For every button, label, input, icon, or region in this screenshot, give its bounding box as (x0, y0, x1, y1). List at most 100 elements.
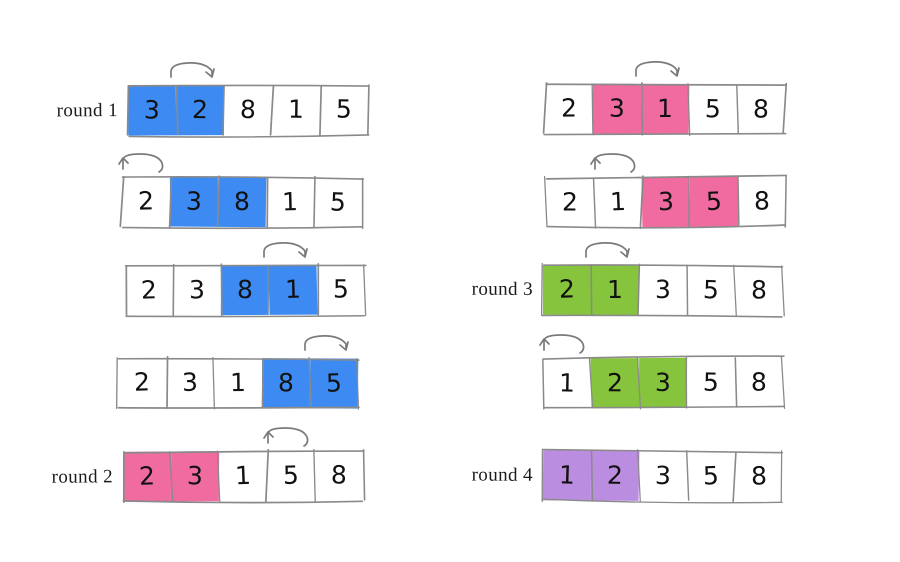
array-cell-highlighted: 5 (309, 358, 359, 409)
round-label: round 3 (471, 278, 534, 300)
array-cells: 23158 (122, 450, 363, 502)
cell-value: 8 (330, 459, 348, 490)
array-cell: 1 (543, 358, 591, 408)
swap-arrow-right-icon (635, 61, 680, 77)
cell-value: 1 (281, 186, 299, 217)
array-row: 23815 (124, 263, 367, 318)
array-cells: 23158 (545, 83, 785, 135)
cell-value: 8 (239, 94, 257, 124)
array-cell-highlighted: 3 (169, 176, 219, 227)
array-cell-highlighted: 2 (122, 451, 172, 502)
array-cell: 1 (214, 358, 262, 408)
cell-value: 2 (606, 367, 624, 397)
array-cell: 8 (737, 84, 785, 134)
cell-value: 1 (287, 94, 305, 124)
cell-value: 5 (329, 186, 347, 217)
cell-value: 3 (186, 460, 204, 491)
cell-value: 8 (750, 366, 768, 397)
array-cells: 23815 (122, 176, 362, 228)
array-cells: 23185 (118, 357, 359, 409)
cell-value: 2 (133, 366, 151, 397)
cell-value: 8 (233, 186, 251, 216)
array-cell-highlighted: 8 (261, 358, 311, 409)
array-row: 23185 (115, 355, 360, 410)
cell-value: 3 (188, 274, 206, 304)
array-cell: 1 (594, 177, 642, 227)
swap-arrow-right-icon (585, 242, 630, 258)
cell-value: 1 (229, 367, 247, 397)
array-cell-highlighted: 3 (170, 451, 220, 502)
array-cell-highlighted: 2 (590, 450, 640, 501)
array-cell-highlighted: 1 (640, 83, 690, 135)
cell-value: 5 (335, 94, 353, 124)
array-row: 12358 (542, 355, 786, 410)
diagram-canvas: round 1 3 2 8 1 5 2 3 8 1 5 2 3 8 1 5 2 3 1 8 5 round 2231582… (0, 0, 900, 562)
array-cell-highlighted: 1 (542, 450, 592, 501)
cell-value: 5 (705, 185, 723, 216)
array-cell: 8 (735, 265, 783, 315)
cell-value: 1 (609, 186, 627, 217)
swap-arrow-left-icon (539, 334, 585, 354)
array-cells: 12358 (543, 357, 783, 409)
cell-value: 5 (702, 367, 720, 397)
cell-value: 3 (185, 185, 203, 216)
cell-value: 8 (753, 185, 771, 216)
cell-value: 1 (558, 367, 576, 398)
array-cell-highlighted: 8 (220, 264, 270, 316)
array-cell: 8 (738, 176, 786, 226)
array-cell: 2 (545, 83, 593, 133)
cell-value: 3 (654, 367, 672, 397)
array-row: 23815 (119, 175, 365, 230)
array-cell: 8 (735, 357, 783, 407)
cell-value: 8 (236, 274, 254, 304)
array-cell-highlighted: 1 (590, 264, 640, 315)
swap-arrow-right-icon (263, 242, 308, 258)
array-cell-highlighted: 2 (542, 264, 592, 315)
cell-value: 3 (143, 94, 161, 125)
array-cell: 2 (118, 357, 166, 407)
array-cell: 1 (266, 177, 314, 227)
swap-arrow-right-icon (170, 62, 215, 78)
cell-value: 2 (138, 460, 156, 491)
cell-value: 5 (325, 367, 343, 398)
array-cell: 3 (639, 265, 687, 315)
array-cells: 12358 (542, 450, 783, 501)
array-cells: 23815 (125, 264, 365, 316)
array-cell: 3 (173, 265, 221, 315)
array-cell: 3 (166, 358, 214, 408)
array-cell-highlighted: 3 (127, 85, 177, 136)
array-cell: 3 (639, 451, 687, 501)
array-cell: 2 (122, 176, 170, 226)
cell-value: 3 (657, 186, 675, 216)
cell-value: 2 (606, 460, 624, 490)
cell-value: 3 (654, 460, 672, 490)
swap-arrow-left-icon (263, 427, 309, 447)
array-cell-highlighted: 2 (590, 358, 640, 409)
swap-arrow-right-icon (304, 335, 349, 351)
cell-value: 5 (704, 93, 722, 123)
array-cell-highlighted: 1 (268, 264, 318, 315)
array-cell: 1 (219, 451, 267, 501)
array-cell: 5 (314, 177, 362, 227)
cell-value: 1 (607, 274, 623, 304)
cell-value: 2 (560, 92, 578, 123)
array-cell: 1 (272, 85, 320, 135)
swap-arrow-left-icon (590, 153, 636, 173)
array-cell: 5 (320, 84, 368, 134)
array-cells: 21358 (546, 176, 786, 228)
array-cell: 8 (735, 451, 783, 501)
array-cell: 5 (689, 84, 737, 134)
array-cell: 2 (125, 265, 173, 315)
array-cell: 5 (687, 451, 735, 501)
array-cell-highlighted: 3 (592, 83, 642, 134)
array-cell: 2 (546, 177, 594, 227)
array-row: 23 158 (542, 81, 788, 136)
round-label: round 1 (56, 100, 119, 122)
cell-value: 3 (655, 274, 671, 304)
array-cell: 5 (687, 265, 735, 315)
cell-value: 2 (140, 274, 158, 305)
cell-value: 2 (562, 186, 578, 217)
array-cell: 5 (317, 264, 365, 314)
array-cell-highlighted: 5 (689, 176, 739, 227)
cell-value: 8 (750, 274, 768, 304)
